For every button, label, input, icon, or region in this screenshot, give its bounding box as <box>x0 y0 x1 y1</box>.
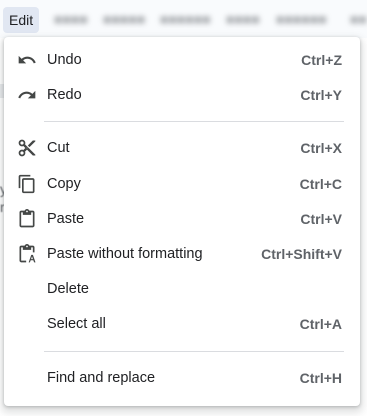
menubar: Edit ■■■■ ■■■■■ ■■■■■■ ■■■■ ■■■■■■ ■■ <box>0 0 367 38</box>
menu-item-paste[interactable]: Paste Ctrl+V <box>4 203 360 236</box>
menu-item-shortcut: Ctrl+V <box>300 211 342 227</box>
menu-item-label: Select all <box>47 316 106 332</box>
menu-item-label: Copy <box>47 176 81 192</box>
menu-item-paste-without-formatting[interactable]: Paste without formatting Ctrl+Shift+V <box>4 238 360 271</box>
menu-obscured-3: ■■■■■■ <box>160 11 211 27</box>
copy-icon <box>17 174 37 194</box>
menu-item-label: Cut <box>47 140 70 156</box>
scissors-icon <box>17 138 37 158</box>
redo-icon <box>17 85 37 105</box>
menu-item-shortcut: Ctrl+Shift+V <box>261 246 342 262</box>
menu-item-redo[interactable]: Redo Ctrl+Y <box>4 79 360 112</box>
clipboard-icon <box>17 209 37 229</box>
menu-edit[interactable]: Edit <box>3 7 40 33</box>
menu-item-label: Paste without formatting <box>47 246 203 262</box>
edit-dropdown-menu: Undo Ctrl+Z Redo Ctrl+Y Cut Ctrl+X Copy … <box>4 37 360 406</box>
menu-item-shortcut: Ctrl+C <box>299 176 342 192</box>
menu-item-label: Find and replace <box>47 370 156 386</box>
menu-item-undo[interactable]: Undo Ctrl+Z <box>4 44 360 77</box>
undo-icon <box>17 50 37 70</box>
menu-item-label: Paste <box>47 211 85 227</box>
menu-item-shortcut: Ctrl+Y <box>300 87 342 103</box>
menu-item-shortcut: Ctrl+Z <box>301 52 342 68</box>
menu-item-label: Delete <box>47 281 89 297</box>
menu-item-shortcut: Ctrl+A <box>299 316 342 332</box>
menu-item-label: Redo <box>47 87 82 103</box>
menu-item-copy[interactable]: Copy Ctrl+C <box>4 168 360 201</box>
menu-obscured-2: ■■■■■ <box>103 11 146 27</box>
menu-item-shortcut: Ctrl+X <box>300 140 342 156</box>
menu-obscured-5: ■■■■■■ <box>276 11 327 27</box>
menu-item-find-and-replace[interactable]: Find and replace Ctrl+H <box>4 362 360 395</box>
menu-obscured-1: ■■■■ <box>54 11 88 27</box>
menu-item-shortcut: Ctrl+H <box>299 370 342 386</box>
clipboard-plain-icon <box>17 244 37 264</box>
menu-separator <box>44 351 344 352</box>
menu-item-delete[interactable]: Delete <box>4 273 360 306</box>
menu-obscured-6: ■■ <box>350 11 367 27</box>
menu-item-cut[interactable]: Cut Ctrl+X <box>4 132 360 165</box>
menu-item-select-all[interactable]: Select all Ctrl+A <box>4 308 360 341</box>
menu-separator <box>44 121 344 122</box>
menu-obscured-4: ■■■■ <box>226 11 260 27</box>
menu-item-label: Undo <box>47 52 82 68</box>
